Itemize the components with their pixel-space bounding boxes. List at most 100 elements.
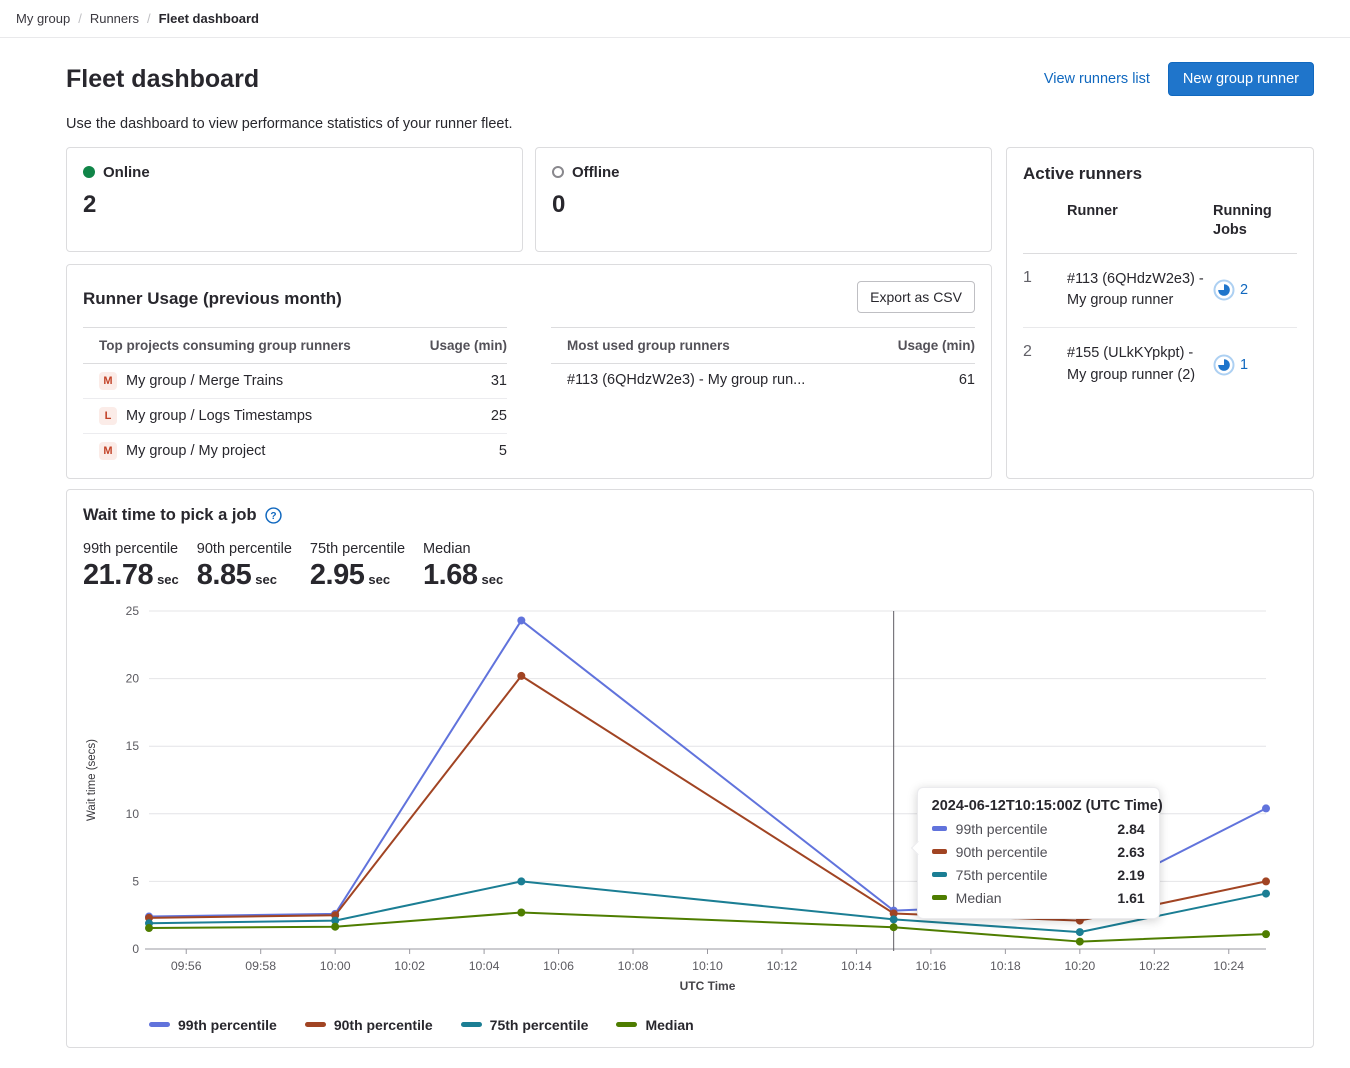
export-csv-button[interactable]: Export as CSV xyxy=(857,281,975,313)
wait-time-card: Wait time to pick a job ? 99th percentil… xyxy=(66,489,1314,1048)
page-title: Fleet dashboard xyxy=(66,65,259,94)
stat-value: 1.68 xyxy=(423,559,477,592)
tooltip-series-value: 2.84 xyxy=(1117,821,1144,837)
svg-text:09:56: 09:56 xyxy=(171,959,202,973)
col-running-jobs: Running Jobs xyxy=(1213,202,1297,241)
legend-label: Median xyxy=(645,1017,693,1033)
col-top-projects: Top projects consuming group runners xyxy=(99,338,351,353)
running-jobs-count: 2 xyxy=(1240,282,1248,298)
new-group-runner-button[interactable]: New group runner xyxy=(1168,62,1314,96)
svg-text:0: 0 xyxy=(132,942,139,956)
svg-text:?: ? xyxy=(270,511,276,522)
runner-usage-header: Runner Usage (previous month) Export as … xyxy=(83,281,975,313)
breadcrumb-runners[interactable]: Runners xyxy=(90,11,139,26)
svg-text:10:10: 10:10 xyxy=(692,959,723,973)
running-status-icon xyxy=(1213,279,1235,301)
offline-count: 0 xyxy=(552,191,975,219)
series-swatch-90th xyxy=(932,849,947,854)
svg-text:09:58: 09:58 xyxy=(245,959,276,973)
stat-unit: sec xyxy=(481,572,503,587)
project-name-cell: M My group / Merge Trains xyxy=(99,372,283,390)
running-jobs-link[interactable]: 1 xyxy=(1213,354,1297,376)
tooltip-series-value: 2.63 xyxy=(1117,844,1144,860)
project-name[interactable]: My group / Merge Trains xyxy=(126,373,283,389)
table-row: M My group / Merge Trains 31 xyxy=(83,364,507,399)
runner-name[interactable]: #113 (6QHdzW2e3) - My group run... xyxy=(567,372,805,388)
breadcrumb-my-group[interactable]: My group xyxy=(16,11,70,26)
left-column: Online 2 Offline 0 Runner Usage (previou… xyxy=(66,147,992,479)
project-usage: 25 xyxy=(483,408,507,424)
svg-text:5: 5 xyxy=(132,874,139,888)
tooltip-row: Median 1.61 xyxy=(932,890,1145,906)
breadcrumb: My group / Runners / Fleet dashboard xyxy=(0,0,1350,38)
top-projects-table: Top projects consuming group runners Usa… xyxy=(83,327,507,468)
project-name[interactable]: My group / Logs Timestamps xyxy=(126,408,312,424)
project-avatar: M xyxy=(99,442,117,460)
most-used-runners-table: Most used group runners Usage (min) #113… xyxy=(551,327,975,468)
runner-description: #113 (6QHdzW2e3) - My group runner xyxy=(1067,269,1213,313)
svg-text:10: 10 xyxy=(126,806,140,820)
offline-label: Offline xyxy=(572,164,620,181)
runner-usage-card: Runner Usage (previous month) Export as … xyxy=(66,264,992,479)
stat-value: 21.78 xyxy=(83,559,153,592)
wait-time-stats: 99th percentile 21.78 sec 90th percentil… xyxy=(83,541,1297,592)
status-cards-row: Online 2 Offline 0 xyxy=(66,147,992,252)
wait-time-chart[interactable]: 051015202509:5609:5810:0010:0210:0410:06… xyxy=(83,604,1297,1009)
stat-label: 90th percentile xyxy=(197,541,292,557)
legend-swatch xyxy=(305,1022,326,1027)
active-runners-title: Active runners xyxy=(1023,164,1297,184)
svg-text:10:22: 10:22 xyxy=(1139,959,1170,973)
stat-75th: 75th percentile 2.95 sec xyxy=(310,541,405,592)
chart-tooltip: 2024-06-12T10:15:00Z (UTC Time) 99th per… xyxy=(917,787,1160,919)
tooltip-series-value: 1.61 xyxy=(1117,890,1144,906)
table-row: 2 #155 (ULkKYpkpt) - My group runner (2)… xyxy=(1023,328,1297,402)
stat-unit: sec xyxy=(255,572,277,587)
dashboard-grid: Online 2 Offline 0 Runner Usage (previou… xyxy=(66,147,1314,479)
svg-text:UTC Time: UTC Time xyxy=(680,979,736,993)
page-header: Fleet dashboard View runners list New gr… xyxy=(66,62,1314,96)
svg-text:10:24: 10:24 xyxy=(1213,959,1244,973)
legend-item-99th[interactable]: 99th percentile xyxy=(149,1017,277,1033)
svg-text:10:08: 10:08 xyxy=(618,959,649,973)
svg-text:Wait time (secs): Wait time (secs) xyxy=(86,738,98,820)
tooltip-title: 2024-06-12T10:15:00Z (UTC Time) xyxy=(932,798,1145,814)
tooltip-series-label: 75th percentile xyxy=(956,867,1048,883)
project-usage: 5 xyxy=(491,443,507,459)
runner-description: #155 (ULkKYpkpt) - My group runner (2) xyxy=(1067,343,1213,387)
stat-label: 99th percentile xyxy=(83,541,179,557)
svg-text:10:18: 10:18 xyxy=(990,959,1021,973)
runner-rank: 2 xyxy=(1023,343,1067,387)
running-jobs-count: 1 xyxy=(1240,357,1248,373)
online-runners-card: Online 2 xyxy=(66,147,523,252)
legend-item-90th[interactable]: 90th percentile xyxy=(305,1017,433,1033)
running-jobs-link[interactable]: 2 xyxy=(1213,279,1297,301)
most-used-runners-table-header: Most used group runners Usage (min) xyxy=(551,327,975,364)
table-row: L My group / Logs Timestamps 25 xyxy=(83,399,507,434)
legend-item-75th[interactable]: 75th percentile xyxy=(461,1017,589,1033)
col-most-used-runners: Most used group runners xyxy=(567,338,730,353)
stat-unit: sec xyxy=(368,572,390,587)
project-avatar: M xyxy=(99,372,117,390)
wait-time-title: Wait time to pick a job xyxy=(83,506,257,525)
table-row: M My group / My project 5 xyxy=(83,434,507,468)
project-name-cell: M My group / My project xyxy=(99,442,265,460)
stat-value: 2.95 xyxy=(310,559,364,592)
tooltip-series-label: 90th percentile xyxy=(956,844,1048,860)
project-avatar: L xyxy=(99,407,117,425)
col-usage-min: Usage (min) xyxy=(430,338,507,353)
svg-text:20: 20 xyxy=(126,671,140,685)
view-runners-list-link[interactable]: View runners list xyxy=(1044,71,1150,87)
svg-text:10:06: 10:06 xyxy=(543,959,574,973)
help-icon[interactable]: ? xyxy=(265,507,282,524)
legend-item-median[interactable]: Median xyxy=(616,1017,693,1033)
project-name[interactable]: My group / My project xyxy=(126,443,265,459)
offline-label-row: Offline xyxy=(552,164,975,181)
header-actions: View runners list New group runner xyxy=(1044,62,1314,96)
online-count: 2 xyxy=(83,191,506,219)
page-content: Fleet dashboard View runners list New gr… xyxy=(0,62,1350,1068)
series-swatch-99th xyxy=(932,826,947,831)
tooltip-series-label: 99th percentile xyxy=(956,821,1048,837)
breadcrumb-separator: / xyxy=(78,11,82,26)
table-row: #113 (6QHdzW2e3) - My group run... 61 xyxy=(551,364,975,397)
svg-text:10:02: 10:02 xyxy=(394,959,425,973)
